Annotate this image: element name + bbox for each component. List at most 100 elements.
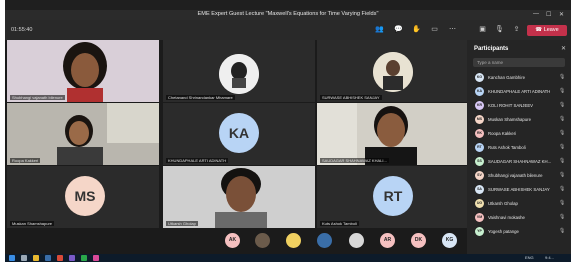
window-title: EME Expert Guest Lecture "Maxwell's Equa… (197, 11, 379, 17)
mic-muted-icon: 🎙 (559, 130, 566, 136)
participant-avatar: MS (475, 115, 484, 124)
app-icon[interactable] (81, 255, 87, 261)
participant-row[interactable]: MS Muskan Shamshapure 🎙 (467, 113, 571, 126)
video-tile[interactable]: MS Muskan Shamshapure (7, 166, 159, 228)
mic-muted-icon: 🎙 (559, 144, 566, 150)
avatar (373, 52, 413, 92)
video-tile[interactable]: Utkarsh Gholap (163, 166, 315, 228)
share-screen-icon[interactable]: ⇪ (512, 25, 521, 34)
tile-name: Shubhangi vajanath bilenure (10, 95, 65, 100)
app-icon[interactable] (57, 255, 63, 261)
chip-initials: KG (445, 237, 454, 243)
tray-language: ENG (525, 255, 534, 260)
participant-chip[interactable]: DK (411, 233, 426, 248)
mic-muted-icon: 🎙 (559, 172, 566, 178)
participant-name: Muskan Shamshapure (488, 117, 531, 122)
start-icon[interactable] (9, 255, 15, 261)
video-tile[interactable]: RT Kuts Ashok Tamboli (317, 166, 469, 228)
browser-icon[interactable] (45, 255, 51, 261)
participant-avatar: KA (475, 87, 484, 96)
profile-photo-icon (373, 52, 413, 92)
participant-avatar: UG (475, 199, 484, 208)
participant-name: Kanchan Gambhire (488, 75, 526, 80)
video-tile[interactable]: Roopa Kakkeri (7, 103, 159, 165)
participant-avatar: RT (475, 143, 484, 152)
participant-row[interactable]: RK Roopa Kakkeri 🎙 (467, 127, 571, 140)
mic-muted-icon: 🎙 (559, 186, 566, 192)
participants-panel: Participants ✕ Type a name KG Kanchan Gam… (467, 40, 571, 254)
teams-window: EME Expert Guest Lecture "Maxwell's Equa… (5, 0, 571, 262)
mic-icon[interactable]: 🎙 (495, 25, 504, 34)
video-tile[interactable]: SURWASE ABHISHEK SANJAY (317, 40, 469, 102)
maximize-button[interactable]: ☐ (546, 11, 551, 18)
camera-icon[interactable]: ▣ (478, 25, 487, 34)
mic-muted-icon: 🎙 (559, 88, 566, 94)
participant-row[interactable]: VM Vaishnavi mokashe 🎙 (467, 211, 571, 224)
mic-muted-icon: 🎙 (559, 116, 566, 122)
search-icon[interactable] (21, 255, 27, 261)
more-options-icon[interactable]: ⋯ (448, 25, 457, 34)
title-bar: EME Expert Guest Lecture "Maxwell's Equa… (5, 10, 571, 20)
tile-name: Chetanand Shrinandankar Mhamare (166, 95, 235, 100)
participant-row[interactable]: UG Utkarsh Gholap 🎙 (467, 197, 571, 210)
meeting-timer: 01:55:40 (11, 27, 33, 33)
video-tile[interactable]: KA KHUNDAPHALE ARTI ADINATH (163, 103, 315, 165)
participant-row[interactable]: RT Ruts Ashok Tamboli 🎙 (467, 141, 571, 154)
participant-chip[interactable] (255, 233, 270, 248)
participant-row[interactable]: YP Yogesh patange 🎙 (467, 225, 571, 238)
participant-row[interactable]: SS SAUDAGAR SHAHNAWAZ KH... 🎙 (467, 155, 571, 168)
participant-avatar: SV (475, 171, 484, 180)
overflow-participants-bar: AK AR DK KG (5, 228, 467, 254)
teams-icon[interactable] (69, 255, 75, 261)
mic-muted-icon: 🎙 (559, 214, 566, 220)
chip-initials: AR (383, 237, 392, 243)
video-tile[interactable]: SAUDAGAR SHAHNAWAZ KHALI... (317, 103, 469, 165)
participant-name: Roopa Kakkeri (488, 131, 517, 136)
avatar-initials: MS (65, 176, 105, 216)
chip-initials: AK (228, 237, 237, 243)
mic-muted-icon: 🎙 (559, 228, 566, 234)
participant-video (163, 166, 315, 228)
participant-avatar: KR (475, 101, 484, 110)
leave-label: Leave (543, 27, 559, 33)
tile-name: Kuts Ashok Tamboli (320, 221, 359, 226)
participant-avatar: SA (475, 185, 484, 194)
participant-chip[interactable] (349, 233, 364, 248)
participant-row[interactable]: SV Shubhangi vajanath bilenure 🎙 (467, 169, 571, 182)
leave-button[interactable]: ☎ Leave (527, 25, 567, 36)
close-panel-icon[interactable]: ✕ (561, 45, 566, 52)
participant-name: Shubhangi vajanath bilenure (488, 173, 543, 178)
video-tile[interactable]: Shubhangi vajanath bilenure (7, 40, 159, 102)
participant-chip[interactable]: AR (380, 233, 395, 248)
avatar (219, 54, 259, 94)
video-tile[interactable]: Chetanand Shrinandankar Mhamare (163, 40, 315, 102)
participant-name: Ruts Ashok Tamboli (488, 145, 526, 150)
participant-search-input[interactable]: Type a name (473, 58, 565, 67)
participants-icon[interactable]: 👥 (375, 25, 384, 34)
participant-row[interactable]: KR KOLI ROHIT SANJEEV 🎙 (467, 99, 571, 112)
chat-icon[interactable]: 💬 (394, 25, 403, 34)
tile-name: Muskan Shamshapure (10, 221, 55, 226)
participant-chip[interactable] (286, 233, 301, 248)
participant-chip[interactable] (317, 233, 332, 248)
raise-hand-icon[interactable]: ✋ (412, 25, 421, 34)
meeting-toolbar: 01:55:40 👥 💬 ✋ ▭ ⋯ ▣ 🎙 ⇪ ☎ Leave (5, 20, 571, 40)
avatar-initials: RT (373, 176, 413, 216)
avatar-initials: KA (219, 113, 259, 153)
app-icon[interactable] (93, 255, 99, 261)
folder-icon[interactable] (33, 255, 39, 261)
close-button[interactable]: ✕ (559, 11, 564, 18)
participant-row[interactable]: SA SURWASE ABHISHEK SANJAY 🎙 (467, 183, 571, 196)
participant-name: SAUDAGAR SHAHNAWAZ KH... (488, 159, 552, 164)
participant-chip[interactable]: KG (442, 233, 457, 248)
video-grid: Shubhangi vajanath bilenure Chetanand Sh… (5, 40, 469, 228)
mic-muted-icon: 🎙 (559, 200, 566, 206)
participant-avatar: RK (475, 129, 484, 138)
rooms-icon[interactable]: ▭ (430, 25, 439, 34)
participant-chip[interactable]: AK (225, 233, 240, 248)
participant-avatar: VM (475, 213, 484, 222)
minimize-button[interactable]: — (533, 11, 539, 17)
participant-row[interactable]: KG Kanchan Gambhire 🎙 (467, 71, 571, 84)
participant-video (7, 40, 159, 102)
participant-row[interactable]: KA KHUNDAPHALE ARTI ADINATH 🎙 (467, 85, 571, 98)
